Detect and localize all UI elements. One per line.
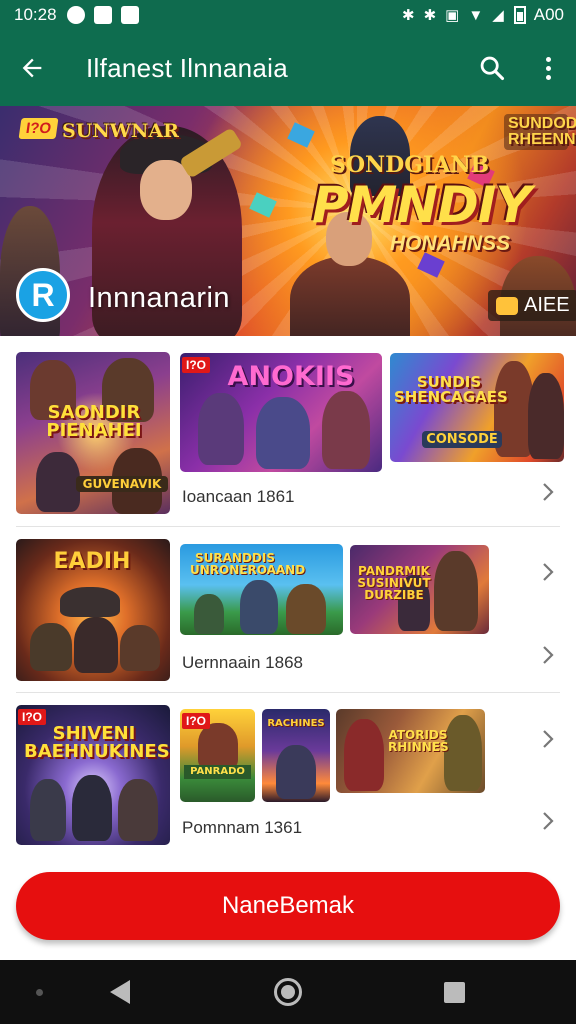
battery-icon: [513, 6, 526, 24]
game-thumbnail[interactable]: I?O ANOKIIS: [180, 353, 382, 472]
row-label: Ioancaan 1861: [182, 487, 295, 506]
divider: [16, 692, 560, 693]
back-arrow-icon[interactable]: [0, 30, 64, 106]
more-vert-icon[interactable]: [520, 30, 576, 106]
status-time: 10:28: [14, 5, 57, 24]
hero-character-guitarist: [290, 212, 410, 336]
notification-icon: [66, 6, 85, 24]
chevron-right-icon[interactable]: [536, 727, 560, 751]
hero-title: PMNDIY: [312, 176, 532, 234]
app-notification-icon: [93, 6, 112, 24]
wifi-icon: ▼: [468, 6, 484, 24]
hero-right-logo: SUNDOD RHEENN: [504, 114, 576, 150]
hero-subtitle: HONAHNSS: [390, 232, 511, 255]
thumbnail-title: SAONDIR PIENAHEI: [46, 402, 142, 441]
hero-small-logo: SUNWNAR: [62, 120, 179, 142]
hero-badge-text: AIEE: [524, 294, 570, 316]
hero-tag: I?O: [18, 118, 59, 139]
game-thumbnail[interactable]: I?O SHIVENI BAEHNUKINES: [16, 705, 170, 845]
nav-recents-icon[interactable]: [444, 982, 465, 1003]
game-thumbnail[interactable]: EADIH: [16, 539, 170, 681]
chevron-right-icon[interactable]: [536, 809, 560, 833]
game-thumbnail[interactable]: ATORIDS RHINNES: [336, 709, 485, 793]
chevron-right-icon[interactable]: [536, 560, 560, 584]
thumbnail-title: SHIVENI BAEHNUKINES: [24, 723, 170, 762]
thumbnail-tag: I?O: [182, 357, 210, 373]
thumbnail-title: ANOKIIS: [227, 361, 355, 392]
bluetooth-icon: ✱: [402, 7, 415, 24]
hero-small-title: SONDGIANB: [330, 152, 490, 178]
divider: [16, 526, 560, 527]
status-bar: 10:28 ✱ ✱ ▣ ▼ ◢ A00: [0, 0, 576, 30]
app-notification-icon: [120, 6, 139, 24]
thumbnail-title: SURANDDIS UNRONEROAAND: [190, 551, 306, 577]
battery-text: A00: [533, 5, 564, 24]
thumbnail-title: ATORIDS RHINNES: [388, 728, 449, 754]
app-icon[interactable]: R: [16, 268, 70, 322]
game-thumbnail[interactable]: SAONDIR PIENAHEI GUVENAVIK: [16, 352, 170, 514]
badge-icon: [496, 296, 518, 315]
thumbnail-title: RACHINES: [267, 718, 325, 729]
primary-action-button[interactable]: NaneBemak: [16, 872, 560, 940]
nfc-icon: ▣: [445, 7, 460, 24]
thumbnail-title: PANDRMIK SUSINIVUT DURZIBE: [357, 564, 431, 602]
thumbnail-tag: I?O: [182, 713, 210, 729]
thumbnail-title: SUNDIS SHENCAGAES: [394, 373, 508, 406]
game-thumbnail[interactable]: I?O PANRADO: [180, 709, 255, 802]
thumbnail-tag: I?O: [18, 709, 46, 725]
page-title: Ilfanest Ilnnanaia: [86, 52, 288, 83]
signal-icon: ◢: [492, 7, 504, 24]
thumbnail-subtitle: GUVENAVIK: [76, 476, 168, 492]
nav-back-icon[interactable]: [110, 980, 130, 1004]
thumbnail-subtitle: CONSODE: [422, 431, 502, 448]
row-label: Uernnaain 1868: [182, 653, 303, 672]
game-thumbnail[interactable]: SUNDIS SHENCAGAES CONSODE: [390, 353, 564, 462]
game-thumbnail[interactable]: PANDRMIK SUSINIVUT DURZIBE: [350, 545, 489, 634]
bluetooth-icon: ✱: [423, 7, 437, 24]
nav-home-icon[interactable]: [274, 978, 302, 1006]
hero-badge[interactable]: AIEE: [488, 290, 576, 321]
game-thumbnail[interactable]: SURANDDIS UNRONEROAAND: [180, 544, 343, 635]
row-label: Pomnnam 1361: [182, 818, 303, 837]
hero-app-name: Innnanarin: [88, 282, 231, 314]
app-icon-letter: R: [31, 276, 55, 313]
chevron-right-icon[interactable]: [536, 643, 560, 667]
thumbnail-title: EADIH: [53, 549, 131, 574]
search-icon[interactable]: [464, 30, 520, 106]
chevron-right-icon[interactable]: [536, 480, 560, 504]
app-bar: Ilfanest Ilnnanaia: [0, 30, 576, 106]
nav-dot-icon: [36, 989, 43, 996]
game-thumbnail[interactable]: RACHINES: [262, 709, 330, 802]
system-nav-bar: [0, 960, 576, 1024]
thumbnail-title: PANRADO: [184, 765, 251, 779]
